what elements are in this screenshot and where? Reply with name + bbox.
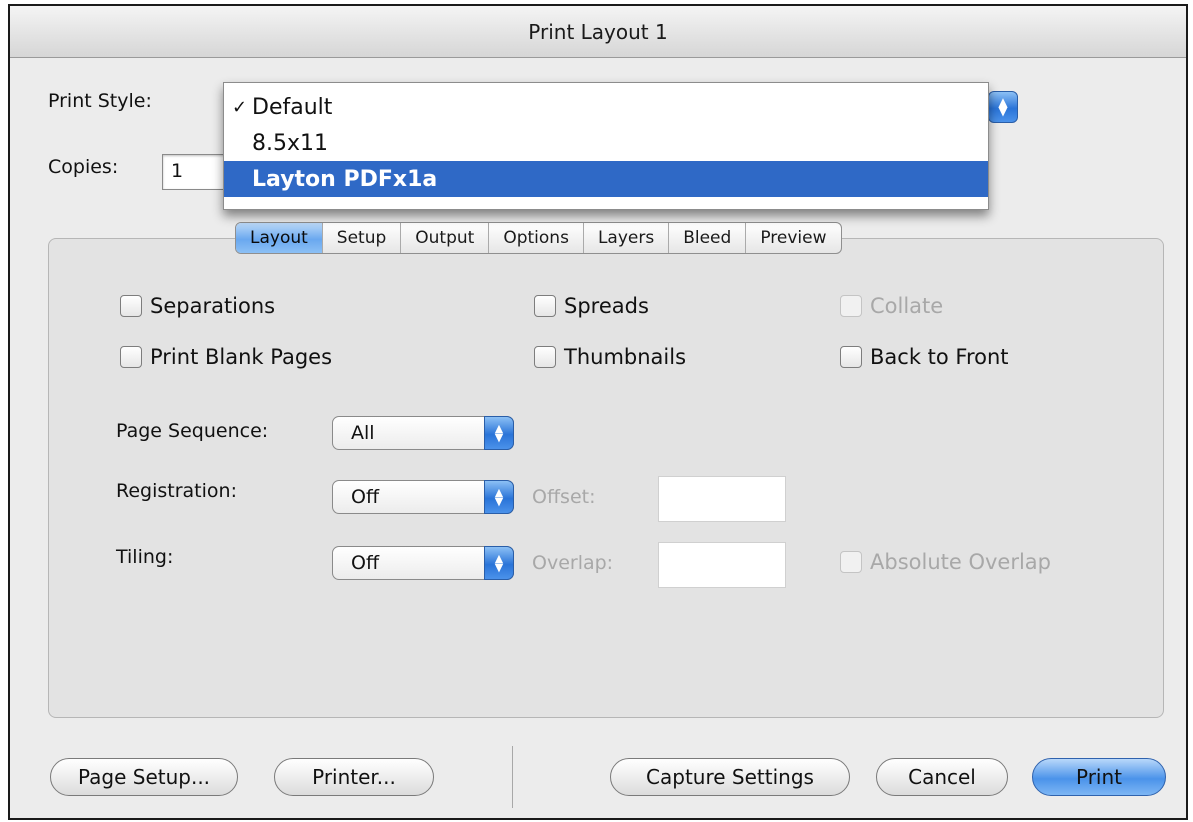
thumbnails-label: Thumbnails [564,345,687,369]
registration-label: Registration: [116,480,237,502]
tab-bar: Layout Setup Output Options Layers Bleed… [235,222,842,254]
checkbox-box[interactable] [120,346,142,368]
offset-label: Offset: [532,486,596,508]
back-to-front-checkbox[interactable]: Back to Front [840,345,1009,369]
overlap-field [658,542,786,588]
window-title: Print Layout 1 [528,19,668,44]
thumbnails-checkbox[interactable]: Thumbnails [534,345,686,369]
tiling-popup[interactable]: Off ▲ ▼ [332,546,514,580]
absolute-overlap-checkbox: Absolute Overlap [840,550,1051,574]
button-separator [512,746,513,808]
checkbox-box[interactable] [534,295,556,317]
copies-label: Copies: [48,156,119,178]
menu-item-8-5x11[interactable]: 8.5x11 [224,125,988,161]
menu-item-label: Layton PDFx1a [252,166,438,192]
copies-field[interactable]: 1 [162,154,232,190]
overlap-label: Overlap: [532,552,614,574]
popup-arrows-icon: ▲ ▼ [484,546,514,580]
print-blank-pages-label: Print Blank Pages [150,345,333,369]
absolute-overlap-label: Absolute Overlap [870,550,1052,574]
collate-checkbox: Collate [840,294,943,318]
print-dialog: Print Layout 1 Print Style: ▲ ▼ Copies: 1… [8,4,1188,820]
capture-settings-button[interactable]: Capture Settings [610,758,850,796]
printer-button[interactable]: Printer... [274,758,434,796]
page-sequence-value: All [351,422,375,444]
tab-layout[interactable]: Layout [236,223,323,253]
menu-item-default[interactable]: ✓ Default [224,89,988,125]
page-sequence-label: Page Sequence: [116,420,269,442]
tiling-label: Tiling: [116,546,174,568]
print-style-label: Print Style: [48,90,152,112]
registration-value: Off [351,486,380,508]
checkbox-box [840,295,862,317]
print-button[interactable]: Print [1032,758,1166,796]
menu-item-layton-pdfx1a[interactable]: Layton PDFx1a [224,161,988,197]
window-titlebar: Print Layout 1 [10,6,1186,58]
checkbox-box[interactable] [534,346,556,368]
checkmark-icon: ✓ [232,96,248,118]
cancel-button[interactable]: Cancel [876,758,1008,796]
spreads-label: Spreads [564,294,649,318]
registration-popup[interactable]: Off ▲ ▼ [332,480,514,514]
separations-label: Separations [150,294,276,318]
tab-preview[interactable]: Preview [746,223,840,253]
checkbox-box[interactable] [120,295,142,317]
collate-label: Collate [870,294,944,318]
print-style-popup-arrows-icon[interactable]: ▲ ▼ [988,91,1018,123]
tab-layers[interactable]: Layers [584,223,670,253]
menu-item-label: 8.5x11 [252,130,329,156]
tab-setup[interactable]: Setup [323,223,402,253]
tab-bleed[interactable]: Bleed [669,223,747,253]
page-sequence-popup[interactable]: All ▲ ▼ [332,416,514,450]
tab-options[interactable]: Options [489,223,584,253]
menu-item-label: Default [252,94,333,120]
print-blank-pages-checkbox[interactable]: Print Blank Pages [120,345,332,369]
separations-checkbox[interactable]: Separations [120,294,275,318]
back-to-front-label: Back to Front [870,345,1009,369]
offset-field [658,476,786,522]
popup-arrows-icon: ▲ ▼ [484,480,514,514]
tab-output[interactable]: Output [401,223,490,253]
popup-arrows-icon: ▲ ▼ [484,416,514,450]
print-style-menu: ✓ Default 8.5x11 Layton PDFx1a [223,82,989,210]
spreads-checkbox[interactable]: Spreads [534,294,649,318]
checkbox-box [840,551,862,573]
checkbox-box[interactable] [840,346,862,368]
tiling-value: Off [351,552,380,574]
page-setup-button[interactable]: Page Setup... [50,758,238,796]
